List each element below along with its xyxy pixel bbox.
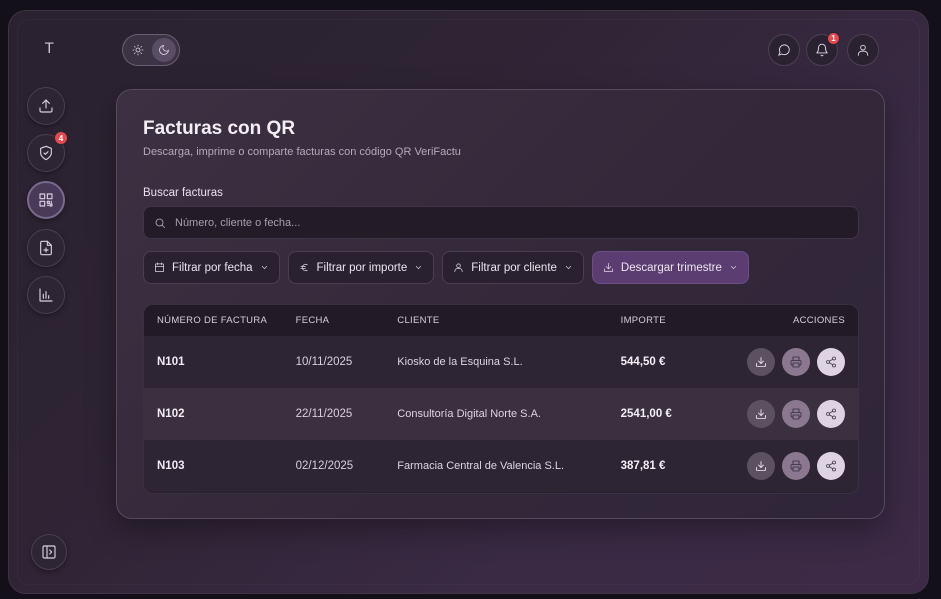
- sidebar-item-upload[interactable]: [27, 87, 65, 125]
- download-icon: [756, 409, 766, 419]
- invoice-date: 02/12/2025: [295, 460, 354, 472]
- header-client: CLIENTE: [397, 315, 440, 326]
- upload-icon: [39, 99, 53, 113]
- app-window: T 4 1 Facturas con QR Descarga, imprime …: [8, 10, 929, 594]
- sun-icon: [132, 44, 144, 56]
- table-header: NÚMERO DE FACTURA FECHA CLIENTE IMPORTE …: [144, 305, 858, 336]
- table-row: N101 10/11/2025 Kiosko de la Esquina S.L…: [144, 336, 858, 388]
- theme-dark-option[interactable]: [152, 38, 176, 62]
- download-quarter-label: Descargar trimestre: [620, 261, 722, 274]
- invoice-number: N101: [157, 356, 185, 368]
- download-quarter-button[interactable]: Descargar trimestre: [591, 251, 749, 284]
- printer-icon: [790, 356, 802, 368]
- table-row: N103 02/12/2025 Farmacia Central de Vale…: [144, 440, 858, 492]
- invoice-number: N102: [157, 408, 185, 420]
- download-button[interactable]: [747, 348, 775, 376]
- page-title: Facturas con QR: [143, 118, 296, 139]
- filter-date-button[interactable]: Filtrar por fecha: [143, 251, 280, 284]
- table-row: N102 22/11/2025 Consultoría Digital Nort…: [144, 388, 858, 440]
- sidebar-item-verify[interactable]: 4: [27, 131, 68, 172]
- download-icon: [603, 263, 613, 272]
- download-button[interactable]: [747, 452, 775, 480]
- share-icon: [826, 460, 836, 472]
- search-input[interactable]: [175, 216, 775, 229]
- header-number: NÚMERO DE FACTURA: [157, 315, 268, 326]
- filter-amount-button[interactable]: Filtrar por importe: [287, 251, 435, 284]
- search-label: Buscar facturas: [143, 187, 223, 199]
- filters-bar: Filtrar por fecha Filtrar por importe Fi…: [143, 251, 749, 284]
- share-button[interactable]: [817, 452, 845, 480]
- invoice-date: 10/11/2025: [295, 356, 353, 368]
- chevron-down-icon: [730, 266, 736, 269]
- printer-icon: [790, 460, 802, 472]
- printer-icon: [790, 408, 802, 420]
- filter-client-label: Filtrar por cliente: [471, 261, 557, 274]
- row-actions: [730, 452, 858, 480]
- header-actions: ACCIONES: [792, 315, 845, 326]
- shield-check-icon: [40, 145, 52, 161]
- invoice-date: 22/11/2025: [295, 408, 353, 420]
- share-button[interactable]: [817, 400, 845, 428]
- row-actions: [730, 400, 858, 428]
- theme-toggle[interactable]: [122, 34, 180, 66]
- theme-light-option[interactable]: [126, 38, 150, 62]
- page-subtitle: Descarga, imprime o comparte facturas co…: [143, 146, 461, 158]
- sidebar-item-reports[interactable]: [27, 276, 65, 314]
- sidebar-item-qr[interactable]: [27, 181, 65, 219]
- filter-date-label: Filtrar por fecha: [172, 261, 253, 274]
- bar-chart-icon: [39, 288, 53, 302]
- header-amount: IMPORTE: [620, 315, 666, 326]
- header-date: FECHA: [295, 315, 330, 326]
- notifications-button[interactable]: 1: [806, 32, 840, 66]
- download-button[interactable]: [747, 400, 775, 428]
- share-icon: [826, 408, 836, 420]
- user-menu-button[interactable]: [847, 34, 879, 66]
- search-field[interactable]: [143, 206, 859, 239]
- verify-badge: 4: [54, 131, 68, 145]
- share-button[interactable]: [817, 348, 845, 376]
- download-icon: [756, 357, 766, 367]
- filter-client-button[interactable]: Filtrar por cliente: [442, 251, 584, 284]
- invoice-amount: 387,81 €: [620, 460, 666, 472]
- message-circle-icon: [778, 44, 790, 56]
- share-icon: [826, 356, 836, 368]
- messages-button[interactable]: [768, 34, 800, 66]
- print-button[interactable]: [782, 348, 810, 376]
- print-button[interactable]: [782, 452, 810, 480]
- invoice-number: N103: [157, 460, 185, 472]
- filter-amount-label: Filtrar por importe: [316, 261, 408, 274]
- user-icon: [857, 44, 869, 56]
- search-icon: [155, 218, 165, 228]
- moon-icon: [159, 45, 169, 55]
- user-icon: [454, 263, 463, 272]
- download-icon: [756, 461, 766, 471]
- invoice-client: Farmacia Central de Valencia S.L.: [397, 460, 565, 472]
- sidebar-item-new-invoice[interactable]: [27, 229, 65, 267]
- qr-code-icon: [39, 193, 53, 207]
- calendar-icon: [155, 262, 164, 272]
- chevron-down-icon: [416, 266, 422, 269]
- chevron-down-icon: [261, 266, 267, 269]
- sidebar-toggle-icon: [42, 545, 56, 559]
- bell-icon: [816, 43, 828, 57]
- row-actions: [730, 348, 858, 376]
- print-button[interactable]: [782, 400, 810, 428]
- notifications-badge: 1: [827, 32, 840, 45]
- file-plus-icon: [40, 240, 52, 256]
- invoice-amount: 544,50 €: [620, 356, 666, 368]
- invoices-card: Facturas con QR Descarga, imprime o comp…: [116, 89, 885, 519]
- invoice-client: Kiosko de la Esquina S.L.: [397, 356, 523, 368]
- chevron-down-icon: [565, 266, 571, 269]
- invoices-table: NÚMERO DE FACTURA FECHA CLIENTE IMPORTE …: [143, 304, 859, 494]
- app-logo: T: [45, 41, 54, 57]
- invoice-client: Consultoría Digital Norte S.A.: [397, 408, 541, 420]
- sidebar-collapse-button[interactable]: [31, 534, 67, 570]
- euro-icon: [299, 263, 308, 272]
- invoice-amount: 2541,00 €: [620, 408, 672, 420]
